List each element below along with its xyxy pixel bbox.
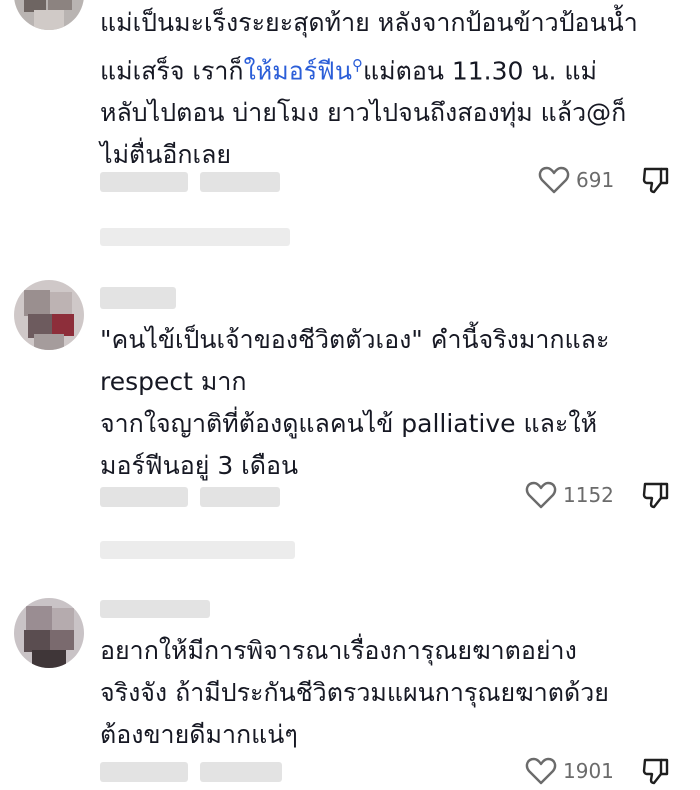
avatar[interactable] [14, 598, 84, 668]
search-link[interactable]: ให้มอร์ฟีน [244, 56, 352, 85]
comment-text: อยากให้มีการพิจารณาเรื่องการุณยฆาตอย่าง … [100, 630, 680, 756]
blurred-username [100, 287, 176, 309]
comment-text: แม่เป็นมะเร็งระยะสุดท้าย หลังจากป้อนข้าว… [100, 2, 680, 176]
comment-line: respect มาก [100, 367, 247, 396]
like-button[interactable]: 691 [538, 165, 614, 195]
blurred-reply-button[interactable] [200, 172, 280, 192]
heart-outline-icon [525, 757, 557, 785]
blurred-meta [100, 172, 188, 192]
blurred-view-replies[interactable] [100, 541, 295, 559]
comment-line: แม่เป็นมะเร็งระยะสุดท้าย หลังจากป้อนข้าว… [100, 8, 638, 37]
blurred-meta [100, 762, 188, 782]
avatar[interactable] [14, 280, 84, 350]
comment-line-segment: แม่เสร็จ เราก็ [100, 56, 244, 86]
heart-outline-icon [525, 481, 557, 509]
search-icon[interactable]: ⚲ [352, 56, 363, 74]
blurred-meta [100, 487, 188, 507]
blurred-reply-button[interactable] [200, 762, 282, 782]
thumbs-down-outline-icon[interactable] [641, 165, 671, 195]
comment-line: อยากให้มีการพิจารณาเรื่องการุณยฆาตอย่าง [100, 636, 577, 665]
comment-line: แม่เสร็จ เราก็ให้มอร์ฟีน⚲แม่ตอน 11.30 น.… [100, 44, 680, 92]
blurred-reply-button[interactable] [200, 487, 280, 507]
comment-3: อยากให้มีการพิจารณาเรื่องการุณยฆาตอย่าง … [0, 570, 700, 790]
thumbs-down-outline-icon[interactable] [641, 756, 671, 786]
like-count: 691 [576, 168, 615, 192]
comment-line: จริงจัง ถ้ามีประกันชีวิตรวมแผนการุณยฆาตด… [100, 678, 609, 707]
like-button[interactable]: 1152 [525, 480, 614, 510]
like-count: 1152 [563, 483, 614, 507]
thumbs-down-outline-icon[interactable] [641, 480, 671, 510]
comment-line: "คนไข้เป็นเจ้าของชีวิตตัวเอง" คำนี้จริงม… [100, 325, 610, 354]
comment-line: หลับไปตอน บ่ายโมง ยาวไปจนถึงสองทุ่ม แล้ว… [100, 98, 627, 128]
comment-1: แม่เป็นมะเร็งระยะสุดท้าย หลังจากป้อนข้าว… [0, 0, 700, 265]
like-button[interactable]: 1901 [525, 756, 614, 786]
blurred-username [100, 600, 210, 618]
comment-line: ต้องขายดีมากแน่ๆ [100, 720, 298, 749]
comment-text: "คนไข้เป็นเจ้าของชีวิตตัวเอง" คำนี้จริงม… [100, 319, 680, 487]
blurred-view-replies[interactable] [100, 228, 290, 246]
heart-outline-icon [538, 166, 570, 194]
comment-line: จากใจญาติที่ต้องดูแลคนไข้ palliative และ… [100, 409, 598, 438]
comment-2: "คนไข้เป็นเจ้าของชีวิตตัวเอง" คำนี้จริงม… [0, 265, 700, 570]
like-count: 1901 [563, 759, 614, 783]
comment-line-segment: แม่ตอน 11.30 น. แม่ [362, 56, 597, 86]
avatar[interactable] [14, 0, 84, 30]
